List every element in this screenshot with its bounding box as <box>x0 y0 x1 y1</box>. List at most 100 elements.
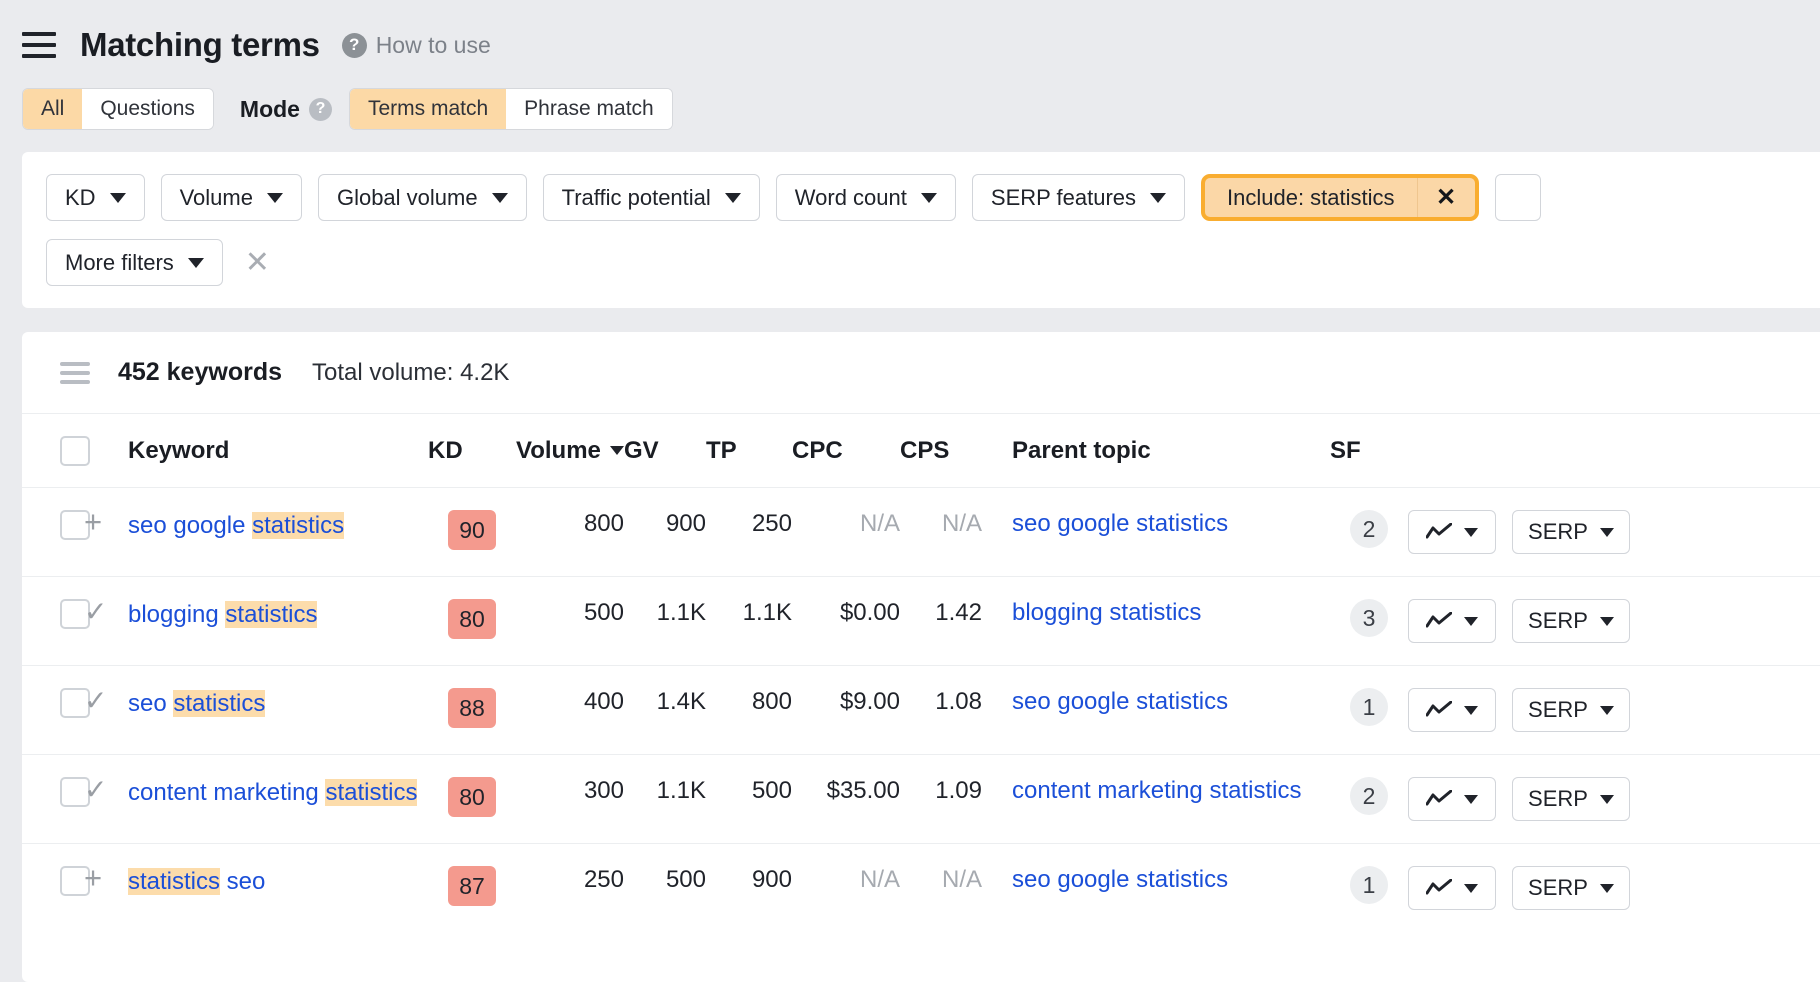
type-segmented-control: All Questions <box>22 88 214 130</box>
filter-global-volume[interactable]: Global volume <box>318 174 527 221</box>
how-to-use-link[interactable]: ? How to use <box>342 32 491 59</box>
trend-dropdown-button[interactable] <box>1408 599 1496 643</box>
row-gv-cell: 500 <box>624 866 706 894</box>
how-to-use-label: How to use <box>376 32 491 59</box>
tab-phrase-match[interactable]: Phrase match <box>506 89 672 129</box>
row-trend-cell <box>1408 599 1512 643</box>
parent-topic-link[interactable]: content marketing statistics <box>1012 777 1301 804</box>
row-state-cell: ✓ <box>84 599 128 628</box>
row-cps-cell: 1.42 <box>900 599 982 627</box>
close-icon[interactable]: ✕ <box>1417 178 1475 217</box>
list-view-icon[interactable] <box>60 362 90 384</box>
row-cpc-cell: $35.00 <box>792 777 900 805</box>
serp-dropdown-button[interactable]: SERP <box>1512 510 1630 554</box>
check-icon[interactable]: ✓ <box>84 685 107 716</box>
sf-badge: 2 <box>1350 510 1388 548</box>
row-cps-cell: N/A <box>900 866 982 894</box>
check-icon[interactable]: ✓ <box>84 774 107 805</box>
row-select-cell <box>22 688 84 718</box>
column-cpc[interactable]: CPC <box>792 437 900 465</box>
row-select-cell <box>22 866 84 896</box>
filter-kd[interactable]: KD <box>46 174 145 221</box>
chevron-down-icon <box>1464 884 1478 893</box>
column-parent-topic[interactable]: Parent topic <box>982 437 1330 465</box>
column-cps[interactable]: CPS <box>900 437 982 465</box>
clear-filters-icon[interactable]: ✕ <box>239 248 276 278</box>
column-volume[interactable]: Volume <box>516 437 624 465</box>
tab-questions[interactable]: Questions <box>82 89 213 129</box>
serp-dropdown-button[interactable]: SERP <box>1512 688 1630 732</box>
row-cps-cell: 1.08 <box>900 688 982 716</box>
keyword-link[interactable]: statistics seo <box>128 868 265 895</box>
row-parent-topic-cell: blogging statistics <box>982 599 1330 627</box>
serp-dropdown-button[interactable]: SERP <box>1512 599 1630 643</box>
keyword-link[interactable]: seo statistics <box>128 690 265 717</box>
hamburger-icon[interactable] <box>22 32 56 58</box>
plus-icon[interactable]: + <box>84 860 102 895</box>
row-volume-cell: 300 <box>516 777 624 805</box>
row-state-cell: + <box>84 510 128 539</box>
filter-chip-include[interactable]: Include: statistics ✕ <box>1201 174 1479 221</box>
chevron-down-icon <box>1464 706 1478 715</box>
row-sf-cell: 2 <box>1330 777 1408 815</box>
filter-word-count[interactable]: Word count <box>776 174 956 221</box>
plus-icon[interactable]: + <box>84 504 102 539</box>
filter-more-filters-label: More filters <box>65 250 174 276</box>
row-gv-cell: 900 <box>624 510 706 538</box>
mode-help-icon[interactable]: ? <box>309 98 332 121</box>
filter-more-filters[interactable]: More filters <box>46 239 223 286</box>
sf-badge: 1 <box>1350 866 1388 904</box>
table-body: +seo google statistics90800900250N/AN/As… <box>22 488 1820 932</box>
filter-traffic-potential-label: Traffic potential <box>562 185 711 211</box>
filter-overflow-partial[interactable] <box>1495 174 1541 221</box>
trend-dropdown-button[interactable] <box>1408 777 1496 821</box>
parent-topic-link[interactable]: seo google statistics <box>1012 688 1228 715</box>
row-keyword-cell: blogging statistics <box>128 599 428 631</box>
column-keyword[interactable]: Keyword <box>128 437 428 465</box>
row-serp-cell: SERP <box>1512 866 1642 910</box>
tab-all[interactable]: All <box>23 89 82 129</box>
chevron-down-icon <box>492 193 508 203</box>
table-row: ✓content marketing statistics803001.1K50… <box>22 755 1820 844</box>
keyword-link[interactable]: content marketing statistics <box>128 779 417 806</box>
row-cps-cell: 1.09 <box>900 777 982 805</box>
column-sf[interactable]: SF <box>1330 437 1408 465</box>
column-gv[interactable]: GV <box>624 437 706 465</box>
chevron-down-icon <box>1600 706 1614 715</box>
page-title: Matching terms <box>80 26 320 64</box>
row-cpc-cell: N/A <box>792 510 900 538</box>
filter-serp-features[interactable]: SERP features <box>972 174 1185 221</box>
row-kd-cell: 90 <box>428 510 516 550</box>
trend-chart-icon <box>1426 701 1452 719</box>
question-mark-icon: ? <box>309 98 332 121</box>
trend-dropdown-button[interactable] <box>1408 510 1496 554</box>
trend-dropdown-button[interactable] <box>1408 866 1496 910</box>
row-volume-cell: 500 <box>516 599 624 627</box>
question-mark-icon: ? <box>342 33 367 58</box>
keyword-link[interactable]: blogging statistics <box>128 601 317 628</box>
select-all-checkbox[interactable] <box>60 436 90 466</box>
tab-terms-match[interactable]: Terms match <box>350 89 506 129</box>
column-kd[interactable]: KD <box>428 437 516 465</box>
trend-chart-icon <box>1426 612 1452 630</box>
check-icon[interactable]: ✓ <box>84 596 107 627</box>
parent-topic-link[interactable]: seo google statistics <box>1012 866 1228 893</box>
filter-volume[interactable]: Volume <box>161 174 302 221</box>
serp-dropdown-button[interactable]: SERP <box>1512 777 1630 821</box>
parent-topic-link[interactable]: seo google statistics <box>1012 510 1228 537</box>
row-parent-topic-cell: seo google statistics <box>982 866 1330 894</box>
row-state-cell: + <box>84 866 128 895</box>
parent-topic-link[interactable]: blogging statistics <box>1012 599 1201 626</box>
trend-dropdown-button[interactable] <box>1408 688 1496 732</box>
trend-chart-icon <box>1426 790 1452 808</box>
keyword-link[interactable]: seo google statistics <box>128 512 344 539</box>
row-gv-cell: 1.1K <box>624 599 706 627</box>
column-volume-label: Volume <box>516 437 601 465</box>
column-tp[interactable]: TP <box>706 437 792 465</box>
row-trend-cell <box>1408 866 1512 910</box>
filter-traffic-potential[interactable]: Traffic potential <box>543 174 760 221</box>
table-toolbar: 452 keywords Total volume: 4.2K <box>22 332 1820 414</box>
serp-dropdown-button[interactable]: SERP <box>1512 866 1630 910</box>
row-parent-topic-cell: content marketing statistics <box>982 777 1330 805</box>
table-row: ✓blogging statistics805001.1K1.1K$0.001.… <box>22 577 1820 666</box>
